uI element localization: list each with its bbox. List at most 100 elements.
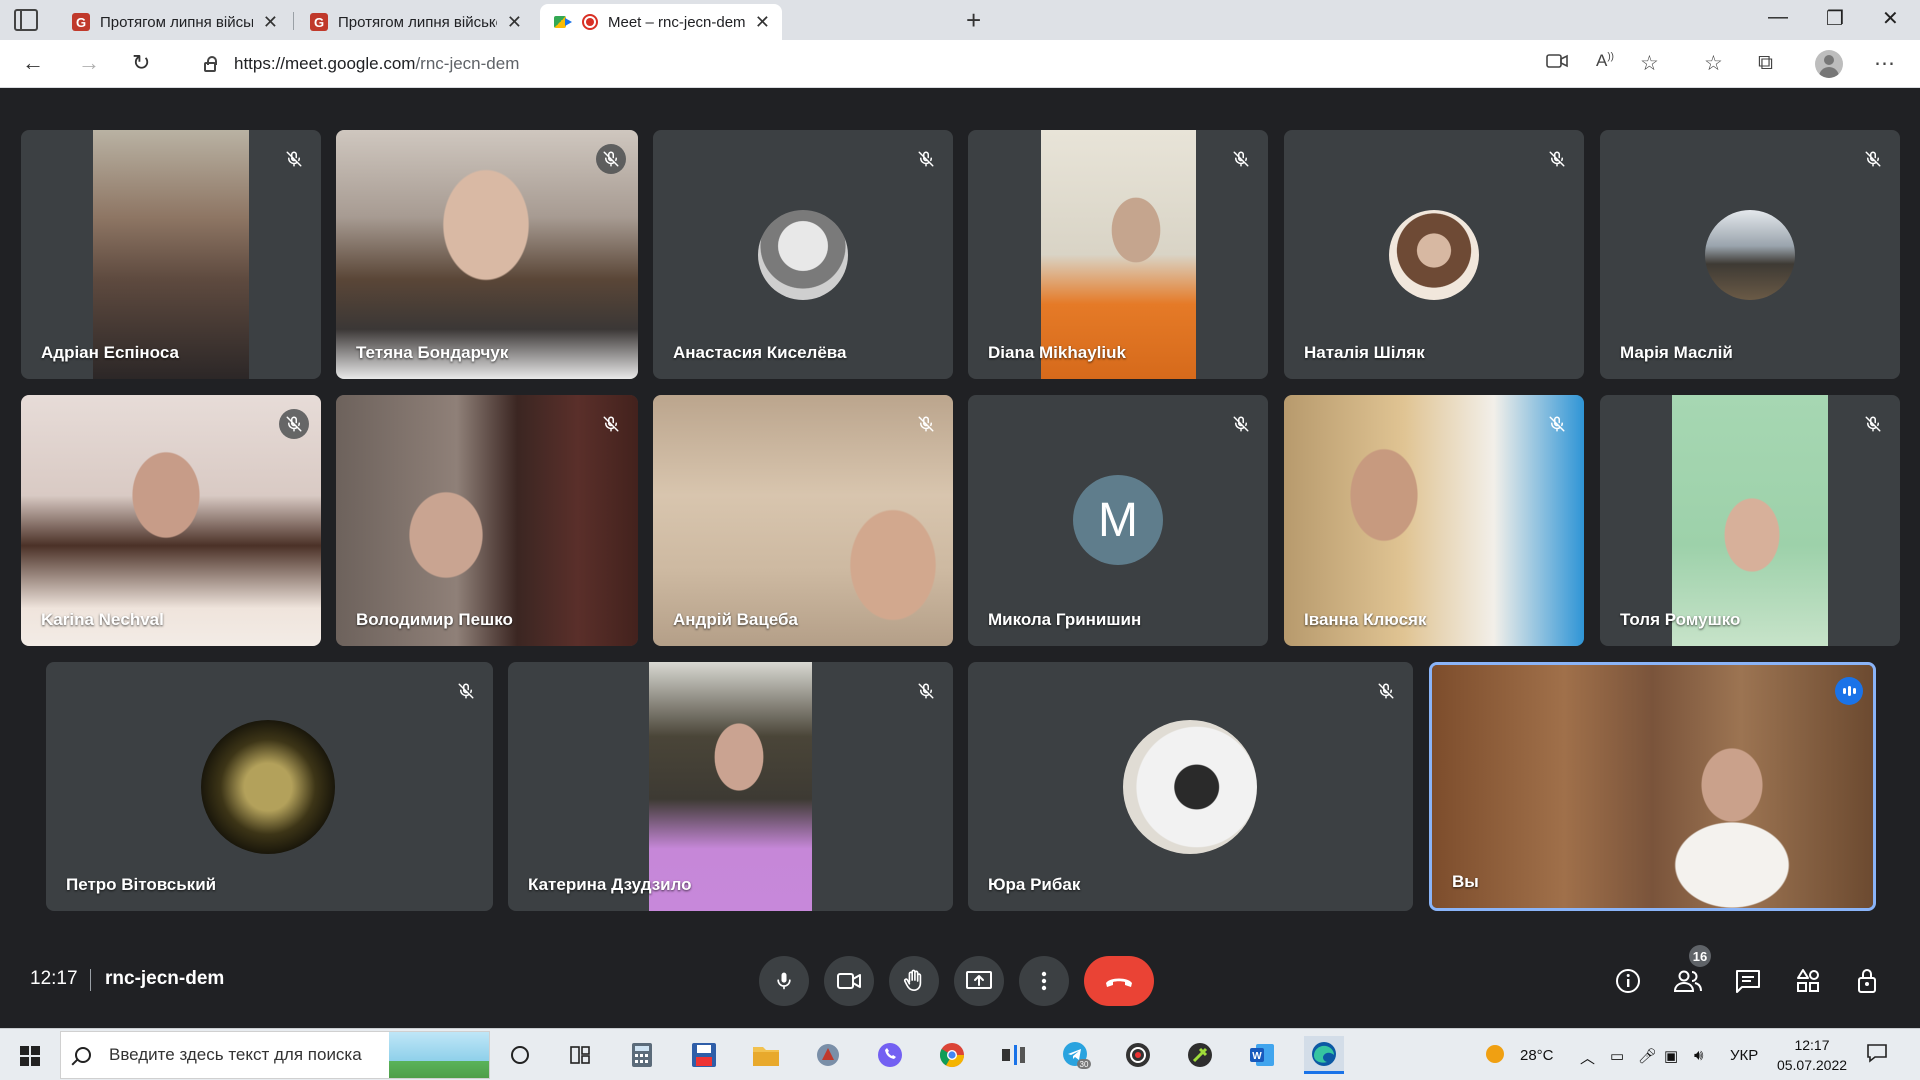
more-menu-icon[interactable]: ⋯	[1874, 51, 1895, 76]
game-app-icon[interactable]	[808, 1036, 848, 1074]
participant-tile[interactable]: Анастасия Киселёва	[653, 130, 953, 379]
mic-off-icon	[911, 676, 941, 706]
participant-tile[interactable]: Катерина Дзудзило	[508, 662, 953, 911]
present-screen-button[interactable]	[954, 956, 1004, 1006]
participant-name: Вы	[1452, 872, 1479, 891]
notifications-icon[interactable]	[1866, 1043, 1888, 1067]
participant-tile[interactable]: Петро Вітовський	[46, 662, 493, 911]
people-icon	[1673, 970, 1702, 992]
host-controls-button[interactable]	[1852, 965, 1884, 997]
meeting-code: rnc-jecn-dem	[105, 968, 225, 989]
close-tab-icon[interactable]: ✕	[507, 12, 522, 33]
participant-video	[336, 395, 638, 646]
telegram-icon[interactable]: 30	[1056, 1036, 1096, 1074]
minimize-button[interactable]: —	[1768, 6, 1788, 29]
participant-tile[interactable]: Іванна Клюсяк	[1284, 395, 1584, 646]
participant-tile[interactable]: Адріан Еспіноса	[21, 130, 321, 379]
raise-hand-button[interactable]	[889, 956, 939, 1006]
tab-actions-icon[interactable]	[14, 9, 38, 31]
restore-button[interactable]: ❐	[1826, 6, 1844, 31]
green-app-icon[interactable]	[1180, 1036, 1220, 1074]
participant-tile[interactable]: Толя Ромушко	[1600, 395, 1900, 646]
file-explorer-icon[interactable]	[746, 1036, 786, 1074]
meeting-details-button[interactable]	[1612, 965, 1644, 997]
microphone-button[interactable]	[759, 956, 809, 1006]
mic-off-icon	[1226, 144, 1256, 174]
volume-icon[interactable]: 🔊︎	[1694, 1047, 1703, 1064]
windows-start-icon[interactable]	[20, 1046, 40, 1066]
people-button[interactable]	[1672, 965, 1704, 997]
weather-temperature[interactable]: 28°C	[1520, 1047, 1554, 1064]
browser-tab-2[interactable]: G Протягом липня військовозобо ✕	[296, 4, 534, 40]
profile-avatar[interactable]	[1815, 50, 1843, 78]
present-icon	[966, 971, 992, 989]
lock-icon[interactable]	[204, 55, 217, 72]
system-clock[interactable]: 12:17 05.07.2022	[1772, 1035, 1852, 1075]
save-icon[interactable]	[684, 1036, 724, 1074]
participant-avatar	[758, 210, 848, 300]
mic-off-icon	[1371, 676, 1401, 706]
search-icon	[75, 1047, 91, 1063]
participant-name: Наталія Шіляк	[1304, 343, 1425, 362]
participant-tile[interactable]: Diana Mikhayliuk	[968, 130, 1268, 379]
camera-button[interactable]	[824, 956, 874, 1006]
recorder-icon[interactable]	[1118, 1036, 1158, 1074]
browser-tab-meet[interactable]: Meet – rnc-jecn-dem ✕	[540, 4, 782, 40]
calculator-icon[interactable]	[622, 1036, 662, 1074]
participant-tile[interactable]: M Микола Гринишин	[968, 395, 1268, 646]
participant-tile[interactable]: Володимир Пешко	[336, 395, 638, 646]
search-placeholder: Введите здесь текст для поиска	[109, 1045, 362, 1064]
camera-in-use-icon[interactable]	[1546, 51, 1568, 75]
tab-title: Meet – rnc-jecn-dem	[608, 13, 745, 31]
participant-tile[interactable]: Тетяна Бондарчук	[336, 130, 638, 379]
participant-tile[interactable]: Андрій Вацеба	[653, 395, 953, 646]
tray-mic-icon[interactable]: 🎤︎	[1638, 1047, 1657, 1065]
participant-name: Катерина Дзудзило	[528, 875, 692, 894]
participant-avatar	[1705, 210, 1795, 300]
more-vert-icon	[1041, 971, 1047, 991]
participant-tile[interactable]: Юра Рибак	[968, 662, 1413, 911]
back-button[interactable]: ←	[22, 50, 44, 76]
read-aloud-icon[interactable]: A))	[1596, 51, 1614, 71]
participant-name: Diana Mikhayliuk	[988, 343, 1126, 362]
viber-icon[interactable]	[870, 1036, 910, 1074]
participant-name: Тетяна Бондарчук	[356, 343, 509, 362]
edge-icon[interactable]	[1304, 1036, 1344, 1074]
participant-video	[649, 662, 812, 911]
participant-tile[interactable]: Наталія Шіляк	[1284, 130, 1584, 379]
task-view-icon[interactable]	[560, 1036, 600, 1074]
favorites-icon[interactable]: ☆	[1704, 51, 1723, 76]
activities-button[interactable]	[1792, 965, 1824, 997]
participant-video	[1284, 395, 1584, 646]
self-view-tile[interactable]: Вы	[1429, 662, 1876, 911]
participant-avatar	[1389, 210, 1479, 300]
network-icon[interactable]: ▣	[1664, 1047, 1678, 1065]
windows-taskbar: Введите здесь текст для поиска 30 W 28°C…	[0, 1028, 1920, 1080]
tray-monitor-icon[interactable]: ▭	[1610, 1047, 1624, 1065]
participant-tile[interactable]: Марія Маслій	[1600, 130, 1900, 379]
close-tab-icon[interactable]: ✕	[755, 12, 770, 33]
cortana-icon[interactable]	[500, 1036, 540, 1074]
add-favorite-icon[interactable]: ☆	[1640, 51, 1659, 76]
mic-off-icon	[451, 676, 481, 706]
url-bar[interactable]: https://meet.google.com/rnc-jecn-dem	[182, 46, 1522, 82]
app-launcher-icon[interactable]	[994, 1036, 1034, 1074]
refresh-button[interactable]: ↻	[132, 50, 150, 76]
chrome-icon[interactable]	[932, 1036, 972, 1074]
forward-button[interactable]: →	[78, 50, 100, 76]
new-tab-button[interactable]: +	[966, 5, 981, 36]
close-window-button[interactable]: ✕	[1882, 6, 1899, 31]
word-icon[interactable]: W	[1242, 1036, 1282, 1074]
leave-call-button[interactable]	[1084, 956, 1154, 1006]
collections-icon[interactable]: ⧉	[1758, 51, 1773, 75]
browser-tab-1[interactable]: G Протягом липня військовозобо ✕	[58, 4, 290, 40]
tray-expand-icon[interactable]: ︿	[1580, 1047, 1595, 1068]
weather-icon[interactable]	[1484, 1043, 1506, 1069]
more-options-button[interactable]	[1019, 956, 1069, 1006]
taskbar-search[interactable]: Введите здесь текст для поиска	[60, 1031, 490, 1079]
participant-tile[interactable]: Karina Nechval	[21, 395, 321, 646]
input-language[interactable]: УКР	[1730, 1047, 1758, 1064]
chat-button[interactable]	[1732, 965, 1764, 997]
browser-tabstrip: G Протягом липня військовозобо ✕ G Протя…	[0, 0, 1920, 40]
close-tab-icon[interactable]: ✕	[263, 12, 278, 33]
